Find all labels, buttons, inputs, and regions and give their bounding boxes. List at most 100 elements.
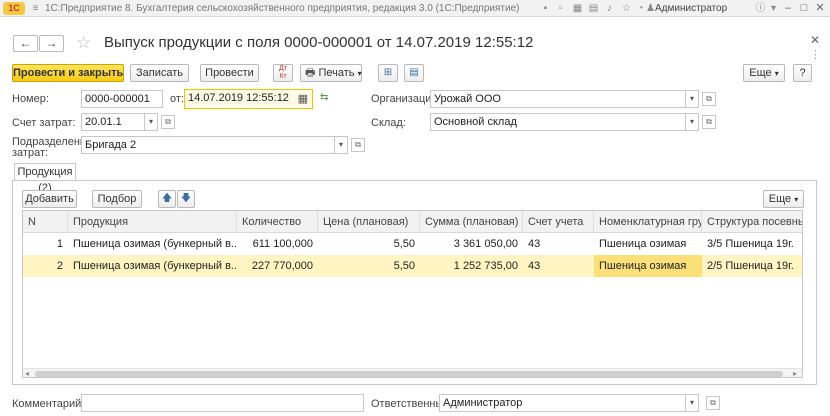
cell-nomenclature-group-active[interactable]: Пшеница озимая: [594, 255, 702, 277]
bell-icon[interactable]: ♪: [604, 3, 615, 14]
calculator-icon[interactable]: ▤: [588, 3, 599, 14]
number-label: Номер:: [12, 93, 49, 105]
cell-nomenclature-group: Пшеница озимая: [599, 238, 687, 250]
date-field[interactable]: 14.07.2019 12:55:12 ▦: [184, 89, 313, 109]
cost-account-open-button[interactable]: ⧉: [161, 115, 175, 129]
print-menu-button[interactable]: 🖶 Печать ▾: [300, 64, 362, 82]
cost-account-select-button[interactable]: ▾: [145, 113, 158, 131]
more-button[interactable]: Еще ▾: [743, 64, 785, 82]
organization-open-button[interactable]: ⧉: [702, 92, 716, 106]
warehouse-open-button[interactable]: ⧉: [702, 115, 716, 129]
dt-kt-icon[interactable]: Дт Кт: [273, 64, 293, 82]
print-icon[interactable]: ▫: [555, 3, 566, 14]
menu-icon[interactable]: ≡: [30, 3, 41, 14]
cell-product: Пшеница озимая (бункерный в...: [73, 260, 237, 272]
date-value: 14.07.2019 12:55:12: [188, 92, 289, 104]
column-header-quantity[interactable]: Количество: [237, 211, 318, 233]
maximize-button[interactable]: □: [797, 2, 811, 15]
chevron-down-icon: ▾: [357, 69, 362, 78]
cell-account: 43: [528, 260, 541, 272]
info-icon[interactable]: ⓘ: [755, 3, 766, 14]
cell-sum: 1 252 735,00: [453, 260, 518, 272]
add-row-button[interactable]: Добавить: [22, 190, 77, 208]
current-user[interactable]: Администратор: [655, 3, 727, 14]
scroll-left-icon[interactable]: ◂: [25, 369, 29, 377]
app-logo: 1С: [3, 2, 25, 15]
chevron-down-icon: ▾: [774, 69, 779, 78]
post-button[interactable]: Провести: [200, 64, 259, 82]
cost-division-open-button[interactable]: ⧉: [351, 138, 365, 152]
warehouse-field[interactable]: Основной склад: [430, 113, 686, 131]
structure-icon[interactable]: ⊞: [378, 64, 398, 82]
organization-select-button[interactable]: ▾: [686, 90, 699, 108]
comment-label: Комментарий:: [12, 398, 85, 410]
cost-division-select-button[interactable]: ▾: [335, 136, 348, 154]
horizontal-scrollbar[interactable]: ◂ ▸: [23, 368, 802, 377]
table-more-label: Еще: [768, 193, 792, 205]
app-title: 1С:Предприятие 8. Бухгалтерия сельскохоз…: [45, 3, 520, 14]
pick-button[interactable]: Подбор: [92, 190, 142, 208]
date-label: от:: [170, 93, 184, 105]
column-header-sum[interactable]: Сумма (плановая): [420, 211, 523, 233]
move-up-icon[interactable]: 🡅: [158, 190, 176, 208]
star-icon[interactable]: ☆: [621, 3, 632, 14]
more-label: Еще: [749, 67, 772, 79]
responsible-open-button[interactable]: ⧉: [706, 396, 720, 410]
table-more-button[interactable]: Еще ▾: [763, 190, 804, 208]
cell-quantity: 611 100,000: [252, 238, 313, 250]
scroll-right-icon[interactable]: ▸: [793, 369, 797, 377]
column-header-account[interactable]: Счет учета: [523, 211, 594, 233]
column-header-price[interactable]: Цена (плановая): [318, 211, 420, 233]
printer-icon: 🖶: [305, 67, 316, 79]
cell-n: 2: [56, 260, 63, 272]
cell-sowing-structure: 2/5 Пшеница 19г.: [707, 260, 794, 272]
move-down-icon[interactable]: 🡇: [177, 190, 195, 208]
minimize-button[interactable]: –: [781, 2, 795, 15]
cost-account-label: Счет затрат:: [12, 117, 76, 129]
cell-price: 5,50: [393, 238, 415, 250]
cell-price: 5,50: [393, 260, 415, 272]
warehouse-label: Склад:: [371, 117, 406, 129]
cell-product: Пшеница озимая (бункерный в...: [73, 238, 237, 250]
cost-division-label: Подразделение затрат:: [12, 136, 93, 159]
tab-products[interactable]: Продукция (2): [14, 163, 76, 194]
warehouse-select-button[interactable]: ▾: [686, 113, 699, 131]
calendar-icon[interactable]: ▦: [298, 91, 308, 107]
column-header-n[interactable]: N: [23, 211, 68, 233]
organization-field[interactable]: Урожай ООО: [430, 90, 686, 108]
responsible-select-button[interactable]: ▾: [686, 394, 699, 412]
cell-sowing-structure: 3/5 Пшеница 19г.: [707, 238, 794, 250]
responsible-field[interactable]: Администратор: [439, 394, 686, 412]
chevron-down-icon: ▾: [794, 195, 799, 204]
cost-division-field[interactable]: Бригада 2: [81, 136, 335, 154]
help-button[interactable]: ?: [793, 64, 812, 82]
dropdown-icon[interactable]: ▾: [768, 3, 779, 14]
update-number-icon[interactable]: ⇆: [320, 92, 328, 103]
save-button[interactable]: Записать: [130, 64, 189, 82]
window-titlebar: 1С ≡ 1С:Предприятие 8. Бухгалтерия сельс…: [0, 0, 830, 17]
calendar-icon[interactable]: ▦: [572, 3, 583, 14]
column-header-sowing-structure[interactable]: Структура посевных ...: [702, 211, 802, 233]
window-close-button[interactable]: ✕: [813, 2, 827, 15]
table-row[interactable]: 1 Пшеница озимая (бункерный в... 611 100…: [23, 233, 802, 255]
post-and-close-button[interactable]: Провести и закрыть: [12, 64, 124, 82]
cell-quantity: 227 770,000: [251, 260, 313, 272]
table-row-selected[interactable]: 2 Пшеница озимая (бункерный в... 227 770…: [23, 255, 802, 277]
more-dots-icon[interactable]: ⋮: [810, 48, 821, 61]
favorite-star-icon[interactable]: ☆: [76, 33, 91, 53]
form-close-icon[interactable]: ✕: [810, 33, 820, 47]
number-field[interactable]: 0000-000001: [81, 90, 163, 108]
save-icon[interactable]: ▪: [540, 3, 551, 14]
cost-account-field[interactable]: 20.01.1: [81, 113, 145, 131]
scrollbar-thumb[interactable]: [35, 371, 783, 377]
forward-button[interactable]: →: [39, 35, 64, 52]
column-header-product[interactable]: Продукция: [68, 211, 237, 233]
back-button[interactable]: ←: [13, 35, 38, 52]
column-header-nomenclature-group[interactable]: Номенклатурная груп...: [594, 211, 702, 233]
report-icon[interactable]: ▤: [404, 64, 424, 82]
print-label: Печать: [318, 67, 355, 79]
cell-n: 1: [56, 238, 63, 250]
cell-sum: 3 361 050,00: [453, 238, 518, 250]
comment-field[interactable]: [81, 394, 364, 412]
products-table[interactable]: N Продукция Количество Цена (плановая) С…: [22, 210, 803, 378]
